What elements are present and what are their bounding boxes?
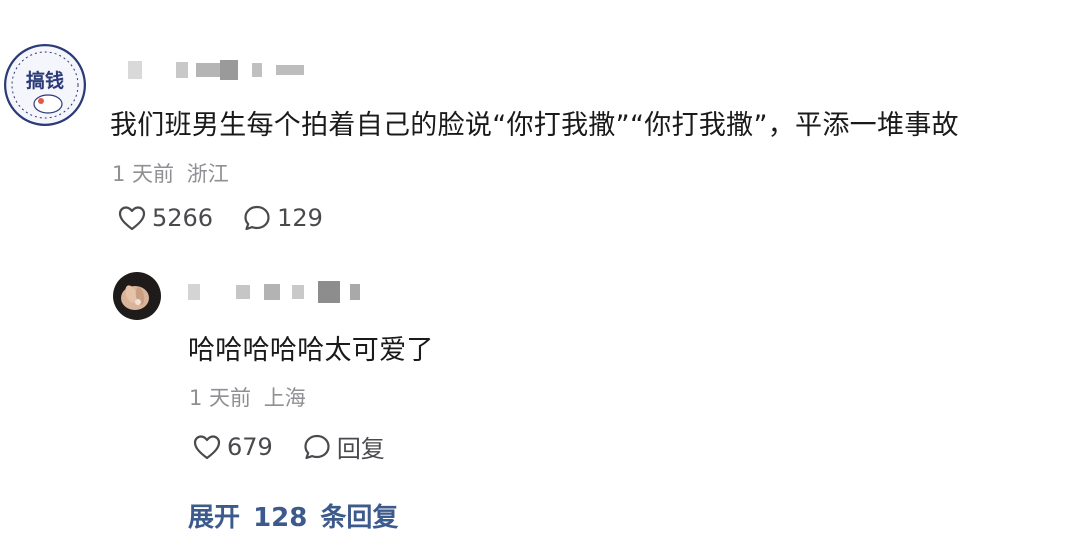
comment-reply-count: 129 — [277, 204, 323, 232]
comment-like-count: 5266 — [152, 204, 214, 232]
comment-bubble-icon — [304, 434, 330, 459]
comment-like-button[interactable]: 5266 — [118, 204, 213, 232]
expand-count: 128 — [253, 503, 308, 533]
replier-avatar[interactable] — [113, 272, 161, 320]
commenter-avatar[interactable]: 搞钱 — [4, 44, 86, 126]
reply-like-button[interactable]: 679 — [193, 433, 273, 461]
heart-icon — [193, 434, 221, 459]
expand-replies-link[interactable]: 展开 128 条回复 — [188, 497, 398, 534]
replier-name-blurred[interactable] — [188, 280, 360, 304]
comment-meta: 1 天前 浙江 — [112, 158, 229, 188]
reply-actions: 679 回复 — [193, 429, 415, 464]
comment-bubble-icon — [244, 205, 270, 231]
reply-text: 哈哈哈哈哈太可爱了 — [188, 335, 434, 366]
comment-reply-button[interactable]: 129 — [243, 204, 323, 232]
reply-like-count: 679 — [227, 432, 273, 461]
comment-time: 1 天前 — [112, 162, 175, 186]
heart-icon — [118, 206, 146, 231]
expand-suffix: 条回复 — [320, 503, 399, 533]
commenter-name-blurred[interactable] — [128, 58, 304, 82]
reply-meta: 1 天前 上海 — [189, 382, 306, 412]
avatar-logo-text: 搞钱 — [26, 69, 64, 92]
reply-reply-button[interactable]: 回复 — [303, 429, 385, 464]
comment-actions: 5266 129 — [118, 204, 353, 232]
comment-text: 我们班男生每个拍着自己的脸说“你打我撒”“你打我撒”，平添一堆事故 — [110, 110, 959, 141]
expand-prefix: 展开 — [188, 503, 241, 533]
reply-reply-label: 回复 — [336, 435, 385, 463]
reply-location: 上海 — [263, 386, 306, 410]
comment-location: 浙江 — [186, 162, 229, 186]
reply-time: 1 天前 — [189, 386, 252, 410]
